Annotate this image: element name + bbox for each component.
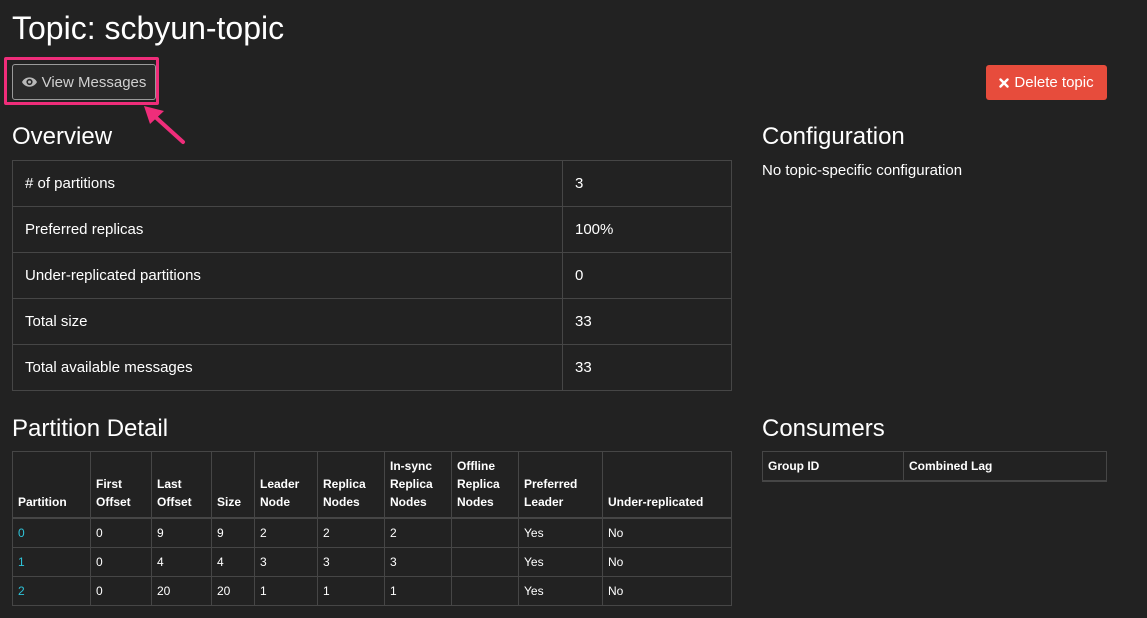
column-header-replica-nodes: Replica Nodes: [317, 451, 385, 519]
last-offset-cell: 20: [151, 575, 212, 606]
column-header-leader-node: Leader Node: [254, 451, 318, 519]
first-offset-cell: 0: [90, 517, 152, 548]
column-header-in-sync-replica-nodes: In-sync Replica Nodes: [384, 451, 452, 519]
leader-node-cell: 1: [254, 575, 318, 606]
table-row: 0 0 9 9 2 2 2 Yes No: [12, 517, 732, 548]
column-header-last-offset: Last Offset: [151, 451, 212, 519]
overview-value: 100%: [562, 206, 732, 253]
close-icon: [999, 77, 1010, 88]
column-header-offline-replica-nodes: Offline Replica Nodes: [451, 451, 519, 519]
table-row: Under-replicated partitions 0: [12, 252, 732, 299]
view-messages-label: View Messages: [41, 73, 147, 91]
eye-icon: [21, 77, 37, 87]
under-replicated-cell: No: [602, 517, 732, 548]
overview-label: Total available messages: [12, 344, 563, 391]
overview-label: Preferred replicas: [12, 206, 563, 253]
table-header-row: Partition First Offset Last Offset Size …: [12, 451, 732, 519]
partition-detail-table: Partition First Offset Last Offset Size …: [12, 451, 732, 606]
table-row: Total available messages 33: [12, 344, 732, 391]
partition-link[interactable]: 1: [18, 555, 25, 569]
replica-nodes-cell: 2: [317, 517, 385, 548]
partition-link[interactable]: 2: [18, 584, 25, 598]
overview-value: 0: [562, 252, 732, 299]
column-header-preferred-leader: Preferred Leader: [518, 451, 603, 519]
consumers-table: Group ID Combined Lag: [762, 451, 1107, 482]
page-title: Topic: scbyun-topic: [12, 10, 285, 46]
last-offset-cell: 4: [151, 546, 212, 577]
overview-label: Under-replicated partitions: [12, 252, 563, 299]
partition-detail-heading: Partition Detail: [12, 415, 169, 442]
first-offset-cell: 0: [90, 546, 152, 577]
configuration-heading: Configuration: [762, 123, 905, 150]
replica-nodes-cell: 1: [317, 575, 385, 606]
in-sync-replica-nodes-cell: 2: [384, 517, 452, 548]
partition-cell: 2: [12, 575, 91, 606]
table-row: # of partitions 3: [12, 160, 732, 207]
column-header-combined-lag: Combined Lag: [903, 451, 1107, 482]
in-sync-replica-nodes-cell: 1: [384, 575, 452, 606]
last-offset-cell: 9: [151, 517, 212, 548]
configuration-text: No topic-specific configuration: [762, 162, 963, 179]
overview-table: # of partitions 3 Preferred replicas 100…: [12, 160, 732, 391]
size-cell: 20: [211, 575, 255, 606]
table-header-row: Group ID Combined Lag: [762, 451, 1107, 482]
topic-page: Topic: scbyun-topic View Messages Delete…: [0, 0, 1147, 618]
first-offset-cell: 0: [90, 575, 152, 606]
offline-replica-nodes-cell: [451, 546, 519, 577]
partition-link[interactable]: 0: [18, 526, 25, 540]
annotation-arrow-icon: [144, 106, 185, 144]
leader-node-cell: 3: [254, 546, 318, 577]
column-header-size: Size: [211, 451, 255, 519]
size-cell: 4: [211, 546, 255, 577]
table-row: Preferred replicas 100%: [12, 206, 732, 253]
table-row: Total size 33: [12, 298, 732, 345]
overview-heading: Overview: [12, 123, 113, 150]
overview-label: Total size: [12, 298, 563, 345]
table-row: 1 0 4 4 3 3 3 Yes No: [12, 546, 732, 577]
size-cell: 9: [211, 517, 255, 548]
consumers-heading: Consumers: [762, 415, 885, 442]
overview-value: 33: [562, 298, 732, 345]
delete-topic-button[interactable]: Delete topic: [986, 65, 1107, 100]
preferred-leader-cell: Yes: [518, 517, 603, 548]
overview-label: # of partitions: [12, 160, 563, 207]
offline-replica-nodes-cell: [451, 517, 519, 548]
column-header-under-replicated: Under-replicated: [602, 451, 732, 519]
column-header-first-offset: First Offset: [90, 451, 152, 519]
in-sync-replica-nodes-cell: 3: [384, 546, 452, 577]
partition-cell: 0: [12, 517, 91, 548]
partition-cell: 1: [12, 546, 91, 577]
table-row: 2 0 20 20 1 1 1 Yes No: [12, 575, 732, 606]
leader-node-cell: 2: [254, 517, 318, 548]
under-replicated-cell: No: [602, 546, 732, 577]
preferred-leader-cell: Yes: [518, 546, 603, 577]
overview-value: 33: [562, 344, 732, 391]
overview-value: 3: [562, 160, 732, 207]
preferred-leader-cell: Yes: [518, 575, 603, 606]
under-replicated-cell: No: [602, 575, 732, 606]
column-header-group-id: Group ID: [762, 451, 904, 482]
offline-replica-nodes-cell: [451, 575, 519, 606]
delete-topic-label: Delete topic: [1014, 74, 1094, 91]
column-header-partition: Partition: [12, 451, 91, 519]
view-messages-button[interactable]: View Messages: [12, 64, 156, 100]
replica-nodes-cell: 3: [317, 546, 385, 577]
